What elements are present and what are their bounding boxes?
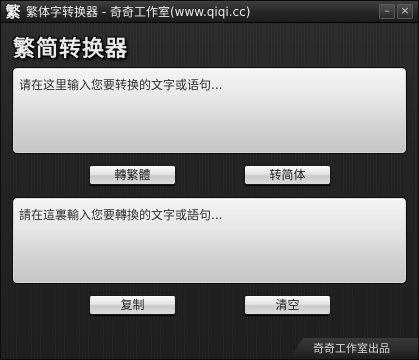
footer-credit: 奇奇工作室出品 [313, 342, 390, 355]
source-text-input[interactable] [13, 68, 406, 153]
footer: 奇奇工作室出品 [1, 338, 418, 359]
to-simplified-button[interactable]: 转简体 [244, 165, 331, 185]
minimize-icon[interactable]: – [379, 4, 395, 19]
page-title: 繁简转换器 [13, 37, 129, 62]
clear-button[interactable]: 清空 [244, 295, 331, 315]
copy-button[interactable]: 复制 [89, 295, 176, 315]
title-bar[interactable]: 繁 繁体字转换器 - 奇奇工作室(www.qiqi.cc) – × [1, 1, 418, 23]
to-traditional-button[interactable]: 轉繁體 [89, 165, 176, 185]
window-title: 繁体字转换器 - 奇奇工作室(www.qiqi.cc) [26, 5, 251, 19]
app-window: 繁 繁体字转换器 - 奇奇工作室(www.qiqi.cc) – × 繁简转换器 … [0, 0, 419, 360]
result-text-field[interactable] [13, 198, 406, 283]
app-icon: 繁 [5, 3, 21, 21]
close-icon[interactable]: × [397, 4, 413, 19]
